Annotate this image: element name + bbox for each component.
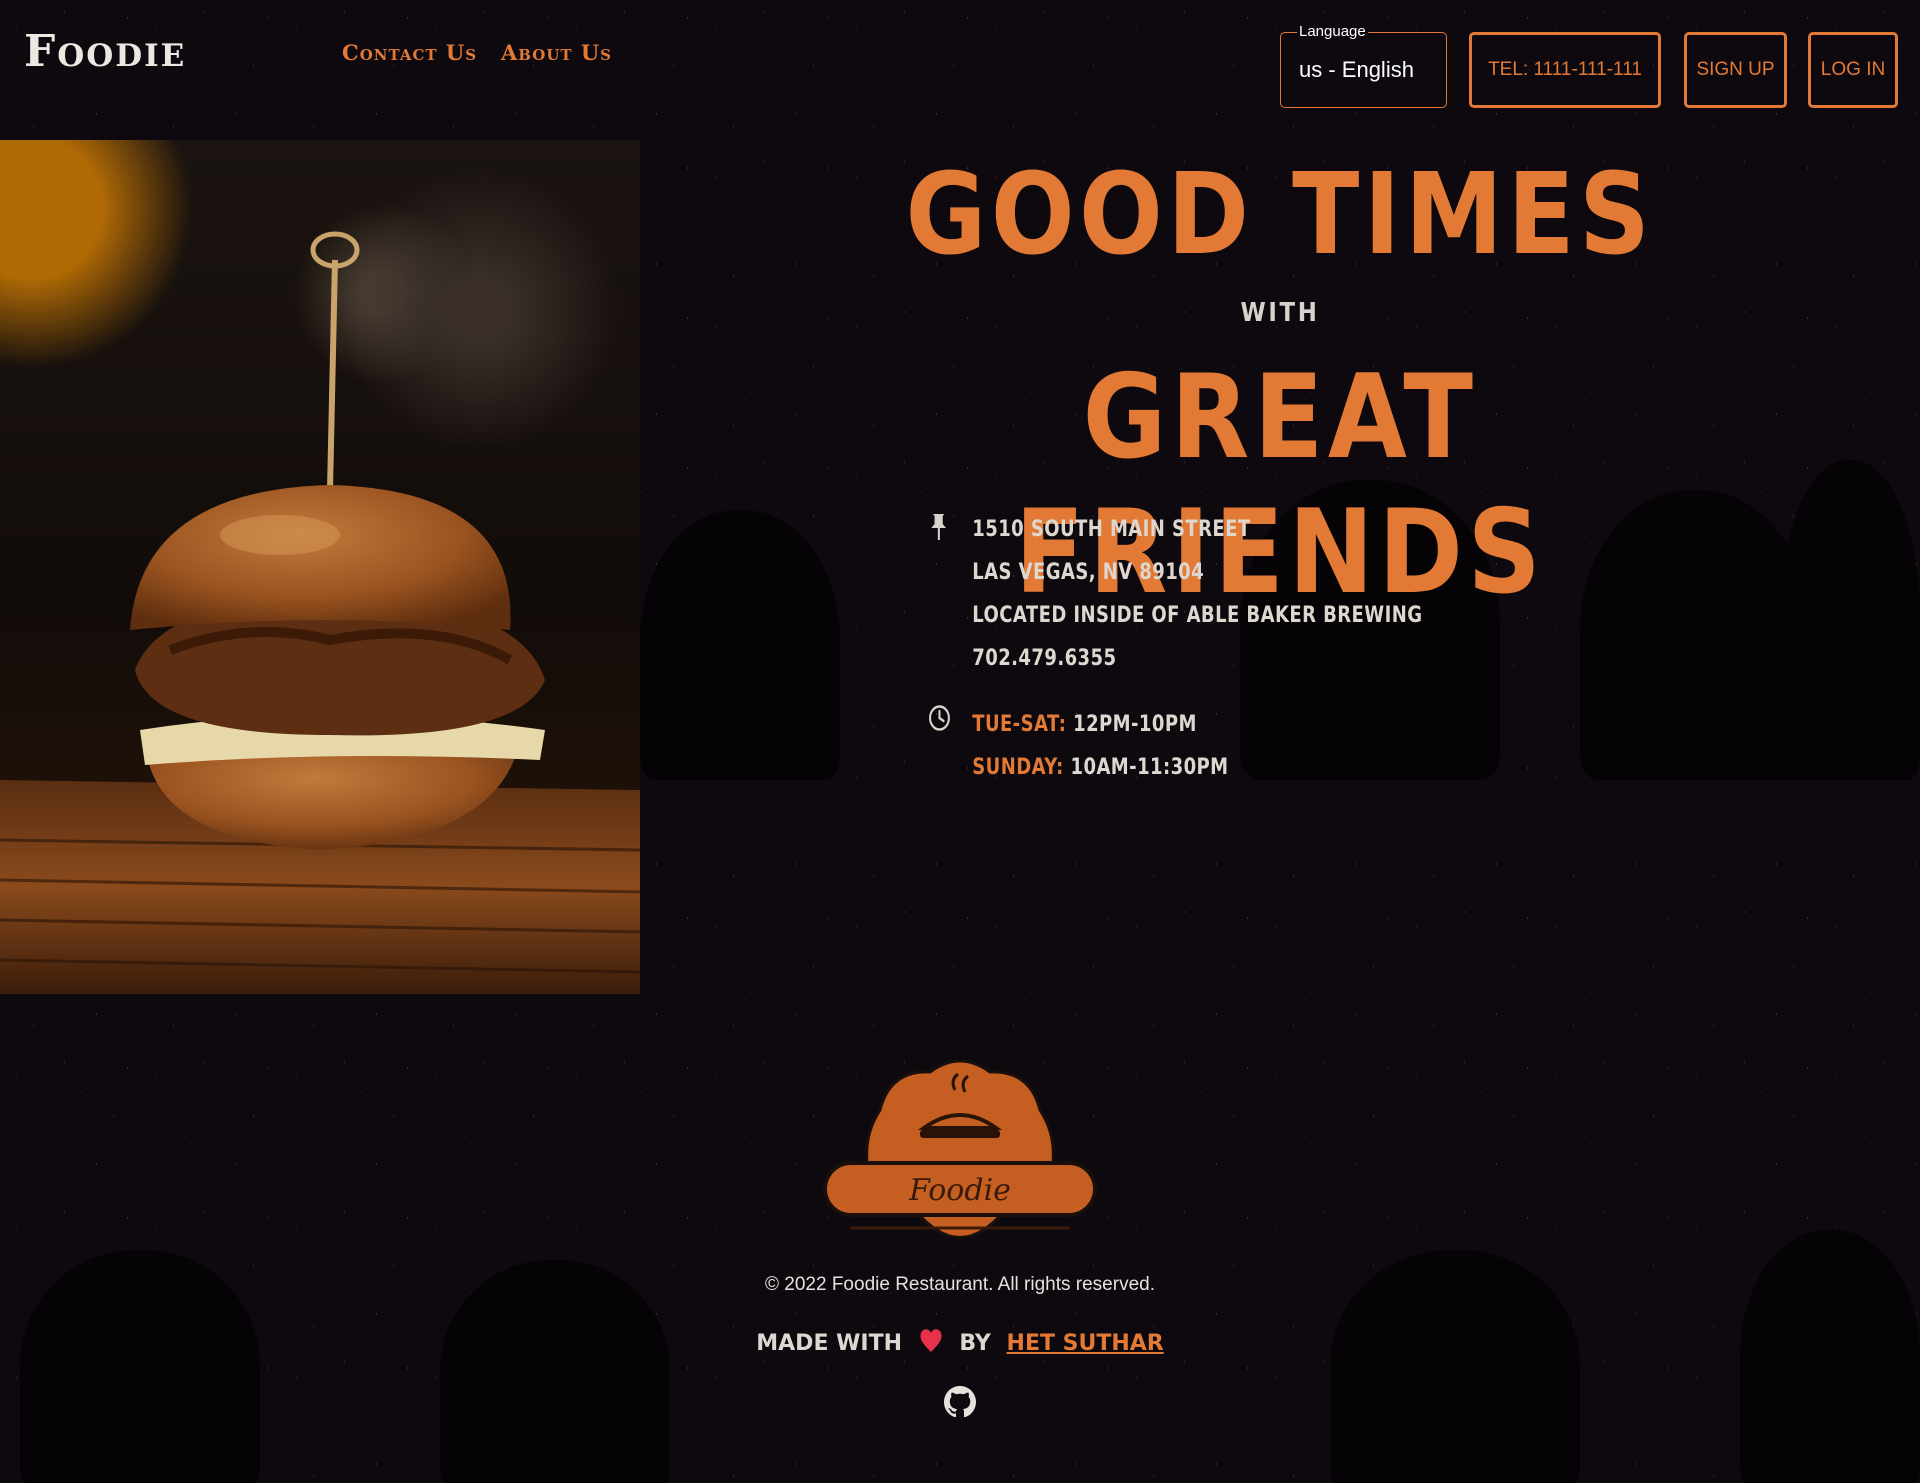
phone-number[interactable]: 702.479.6355 (972, 646, 1116, 671)
hero-title-good-times: GOOD TIMES (905, 150, 1655, 280)
log-in-button[interactable]: LOG IN (1808, 32, 1898, 108)
language-label: Language (1297, 23, 1368, 40)
address-line: 1510 SOUTH MAIN STREET (972, 517, 1251, 542)
hours-time: 10AM-11:30PM (1070, 755, 1229, 780)
footer-logo[interactable]: Foodie (820, 1050, 1100, 1260)
pin-icon (928, 512, 949, 548)
hero-title-with: WITH (1240, 298, 1320, 328)
site-logo[interactable]: Foodie (24, 26, 186, 77)
hours-day: TUE-SAT: (972, 712, 1067, 737)
sign-up-button[interactable]: SIGN UP (1684, 32, 1787, 108)
heart-icon (918, 1326, 944, 1360)
clock-icon (928, 704, 951, 738)
hours-day: SUNDAY: (972, 755, 1064, 780)
hours-row: SUNDAY: 10AM-11:30PM (972, 755, 1228, 780)
burger-illustration (0, 231, 640, 994)
hours-row: TUE-SAT: 12PM-10PM (972, 712, 1197, 737)
made-with-credit: MADE WITH BY HET SUTHAR (0, 1326, 1920, 1360)
github-icon[interactable] (944, 1386, 976, 1423)
nav-about-us[interactable]: About Us (501, 40, 612, 65)
copyright-text: © 2022 Foodie Restaurant. All rights res… (765, 1274, 1155, 1295)
author-link[interactable]: HET SUTHAR (1007, 1331, 1164, 1356)
footer-logo-text: Foodie (908, 1173, 1011, 1208)
language-select[interactable]: Language us - English (1280, 23, 1447, 108)
hero-title-great-friends: GREAT FRIENDS (1014, 350, 1546, 620)
language-value: us - English (1299, 57, 1414, 82)
address-line: LOCATED INSIDE OF ABLE BAKER BREWING (972, 603, 1423, 628)
address-line: LAS VEGAS, NV 89104 (972, 560, 1205, 585)
nav-contact-us[interactable]: Contact Us (342, 40, 477, 65)
by-label: BY (959, 1330, 991, 1356)
site-header: Foodie Contact Us About Us Language us -… (0, 0, 1920, 110)
made-with-label: MADE WITH (756, 1330, 903, 1356)
burger-photo (0, 140, 640, 994)
tel-button[interactable]: TEL: 1111-111-111 (1469, 32, 1661, 108)
hours-time: 12PM-10PM (1073, 712, 1197, 737)
